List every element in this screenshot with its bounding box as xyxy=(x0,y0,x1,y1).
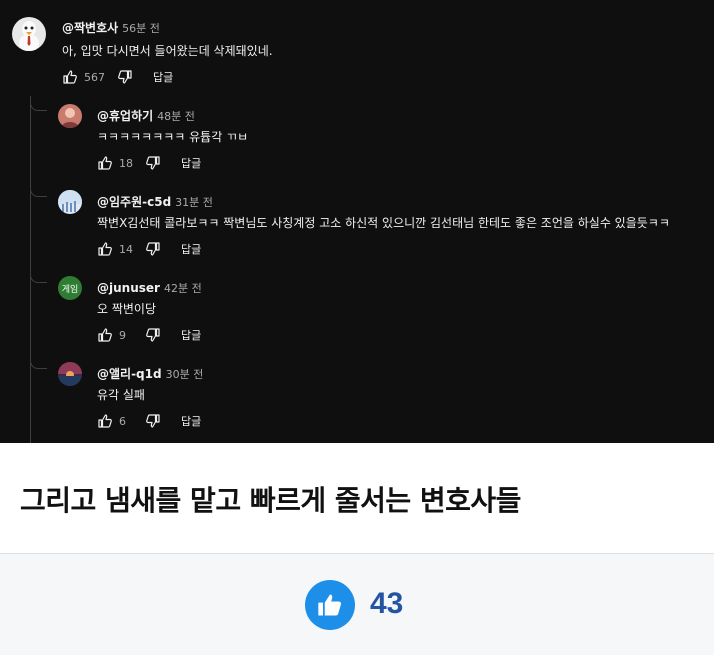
comment-time[interactable]: 56분 전 xyxy=(122,22,160,35)
like-icon[interactable] xyxy=(97,327,113,343)
comment-text: 오 짝변이당 xyxy=(97,302,157,316)
comment-text: 아, 입맛 다시면서 들어왔는데 삭제돼있네. xyxy=(62,44,273,58)
avatar[interactable] xyxy=(58,190,82,214)
avatar-initial: 게임 xyxy=(61,284,79,295)
comment-author[interactable]: @junuser xyxy=(97,281,160,295)
post-headline: 그리고 냄새를 맡고 빠르게 줄서는 변호사들 xyxy=(20,484,521,517)
comment-actions: 14 답글 xyxy=(97,240,201,258)
comment-actions: 567 답글 xyxy=(62,68,173,86)
comment-time[interactable]: 31분 전 xyxy=(175,196,213,209)
comment-time[interactable]: 30분 전 xyxy=(166,368,204,381)
avatar[interactable]: 게임 xyxy=(58,276,82,300)
thumbs-up-icon xyxy=(316,591,344,619)
dislike-icon[interactable] xyxy=(145,413,161,429)
comment-author[interactable]: @휴업하기 xyxy=(97,109,153,123)
like-count: 14 xyxy=(119,242,133,256)
avatar[interactable] xyxy=(58,104,82,128)
comment-time[interactable]: 42분 전 xyxy=(164,282,202,295)
like-total: 43 xyxy=(370,587,404,620)
reply-button[interactable]: 답글 xyxy=(181,241,201,257)
like-icon[interactable] xyxy=(97,155,113,171)
like-count: 9 xyxy=(119,328,126,342)
dislike-icon[interactable] xyxy=(145,327,161,343)
thread-branch xyxy=(30,272,47,283)
reply-button[interactable]: 답글 xyxy=(153,69,173,85)
thread-branch xyxy=(30,358,47,369)
dislike-icon[interactable] xyxy=(145,155,161,171)
reply-button[interactable]: 답글 xyxy=(181,327,201,343)
like-button[interactable] xyxy=(305,580,355,630)
like-count: 567 xyxy=(84,70,105,84)
reaction-bar xyxy=(0,553,714,655)
like-icon[interactable] xyxy=(97,413,113,429)
thread-branch xyxy=(30,186,47,197)
reply-button[interactable]: 답글 xyxy=(181,413,201,429)
dislike-icon[interactable] xyxy=(145,241,161,257)
thread-branch xyxy=(30,100,47,111)
comment-author[interactable]: @앨리-q1d xyxy=(97,367,162,381)
like-count: 18 xyxy=(119,156,133,170)
like-icon[interactable] xyxy=(97,241,113,257)
comment-text: 유각 실패 xyxy=(97,388,145,402)
like-count: 6 xyxy=(119,414,126,428)
comment-author[interactable]: @임주원-c5d xyxy=(97,195,171,209)
reply-button[interactable]: 답글 xyxy=(181,155,201,171)
comment-text: ㅋㅋㅋㅋㅋㅋㅋㅋ 유튭각 ㄲㅂ xyxy=(97,130,249,144)
avatar[interactable] xyxy=(12,17,46,51)
comment-actions: 18 답글 xyxy=(97,154,201,172)
avatar[interactable] xyxy=(58,362,82,386)
comment-author[interactable]: @짝변호사 xyxy=(62,21,118,35)
thread-line xyxy=(30,96,31,443)
comment-actions: 6 답글 xyxy=(97,412,201,430)
dislike-icon[interactable] xyxy=(117,69,133,85)
comment-text: 짝변X김선태 콜라보ㅋㅋ 짝변님도 사칭계정 고소 하신적 있으니깐 김선태님 … xyxy=(97,216,670,230)
comment-section: @짝변호사 56분 전 아, 입맛 다시면서 들어왔는데 삭제돼있네. 567 답… xyxy=(0,0,714,443)
comment-time[interactable]: 48분 전 xyxy=(157,110,195,123)
like-icon[interactable] xyxy=(62,69,78,85)
comment-actions: 9 답글 xyxy=(97,326,201,344)
